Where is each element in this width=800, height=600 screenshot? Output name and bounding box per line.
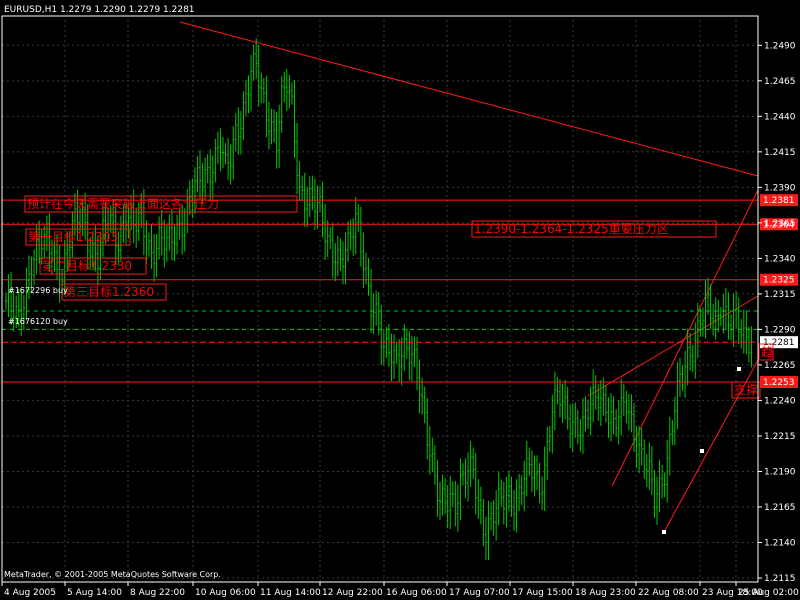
y-tick-label: 1.2140	[764, 538, 796, 548]
x-tick-label: 4 Aug 2005	[4, 588, 56, 598]
y-tick-label: 1.2440	[764, 112, 796, 122]
copyright-footer: MetaTrader, © 2001-2005 MetaQuotes Softw…	[4, 570, 221, 579]
price-chart[interactable]: 1.23811.23641.23251.22531.2281 预计在今天需要突破…	[0, 0, 800, 600]
chart-title: EURUSD,H1 1.2279 1.2290 1.2279 1.2281	[4, 5, 195, 15]
annotation-trend: 趋	[761, 345, 773, 359]
support-point-1	[662, 530, 666, 534]
y-tick-label: 1.2190	[764, 467, 796, 477]
y-tick-label: 1.2165	[764, 503, 796, 513]
y-tick-label: 1.2340	[764, 254, 796, 264]
annotation-resistance-zone: 1.2390-1.2364-1.2325重要压力区	[474, 222, 669, 236]
annotation-target-3: 第三目标1.2360	[64, 285, 154, 299]
x-tick-label: 16 Aug 06:00	[386, 588, 447, 598]
annotation-target-1: 第一目标1.2303	[28, 230, 118, 244]
y-tick-label: 1.2265	[764, 361, 796, 371]
x-tick-label: 25 Aug 02:00	[738, 588, 799, 598]
level-price-label: 1.2253	[763, 378, 795, 388]
y-tick-label: 1.2115	[764, 574, 796, 584]
x-tick-label: 22 Aug 08:00	[638, 588, 699, 598]
support-point-2	[700, 449, 704, 453]
x-tick-label: 11 Aug 14:00	[260, 588, 321, 598]
annotation-support: 支撑	[734, 382, 758, 397]
annotation-target-2: 第二目标1.2330	[42, 259, 132, 273]
y-tick-label: 1.2315	[764, 290, 796, 300]
annotation-pressure-note: 预计在今天需要突破上面这各个压力	[27, 196, 219, 211]
support-point-3	[737, 367, 741, 371]
x-tick-label: 17 Aug 15:00	[512, 588, 573, 598]
y-tick-label: 1.2465	[764, 77, 796, 87]
x-tick-label: 8 Aug 22:00	[130, 588, 185, 598]
level-price-label: 1.2325	[763, 276, 795, 286]
x-tick-label: 18 Aug 23:00	[575, 588, 636, 598]
y-tick-label: 1.2415	[764, 148, 796, 158]
order-label-1: #1672296 buy	[8, 286, 68, 295]
y-tick-label: 1.2290	[764, 325, 796, 335]
y-tick-label: 1.2390	[764, 183, 796, 193]
x-tick-label: 5 Aug 14:00	[67, 588, 122, 598]
x-tick-label: 10 Aug 06:00	[195, 588, 256, 598]
y-tick-label: 1.2215	[764, 432, 796, 442]
y-tick-label: 1.2490	[764, 41, 796, 51]
level-price-label: 1.2381	[763, 196, 795, 206]
x-tick-label: 12 Aug 22:00	[322, 588, 383, 598]
x-tick-label: 17 Aug 07:00	[449, 588, 510, 598]
y-tick-label: 1.2240	[764, 396, 796, 406]
order-label-2: #1676120 buy	[8, 317, 68, 326]
y-tick-label: 1.2365	[764, 219, 796, 229]
